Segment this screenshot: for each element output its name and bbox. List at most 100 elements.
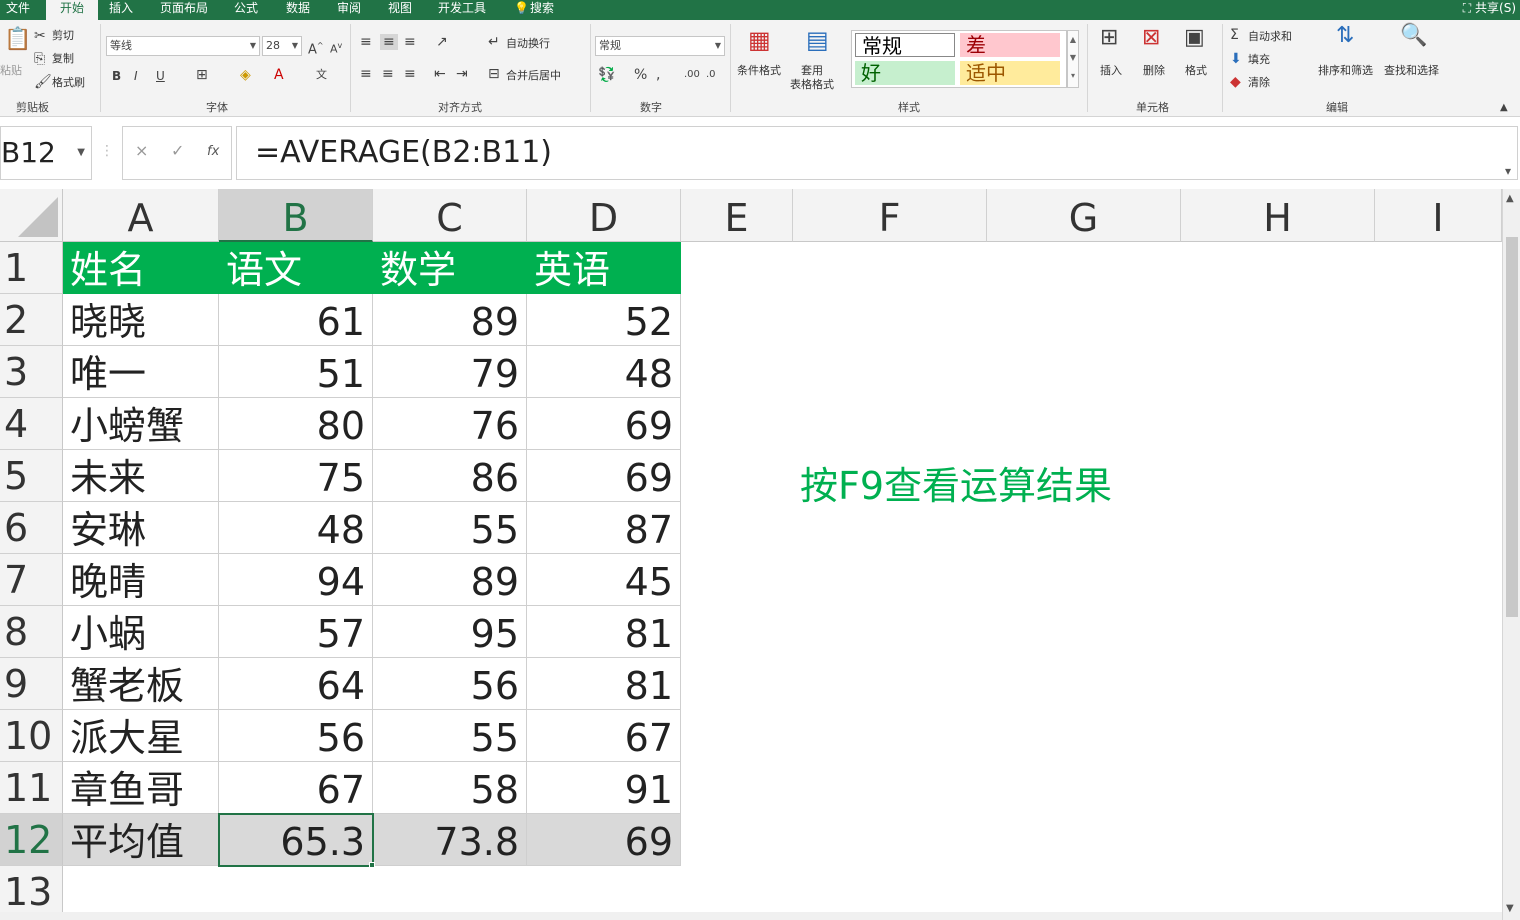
cut-button[interactable]: 剪切 [52, 29, 74, 43]
delete-cells-button[interactable]: 删除 [1143, 64, 1165, 78]
header-cell[interactable]: 姓名 [63, 242, 219, 294]
score-cell[interactable]: 91 [527, 762, 681, 814]
name-cell[interactable]: 小螃蟹 [63, 398, 219, 450]
score-cell[interactable]: 87 [527, 502, 681, 554]
name-cell[interactable]: 唯一 [63, 346, 219, 398]
row-header-9[interactable]: 9 [0, 658, 63, 710]
row-header-3[interactable]: 3 [0, 346, 63, 398]
align-bottom-icon[interactable]: ≡ [404, 34, 416, 50]
score-cell[interactable]: 58 [373, 762, 527, 814]
style-neutral[interactable]: 适中 [960, 61, 1060, 85]
row-header-13[interactable]: 13 [0, 866, 63, 918]
fill-button[interactable]: 填充 [1248, 53, 1270, 67]
currency-icon[interactable]: 💱 [598, 67, 615, 83]
table-format-button[interactable]: 套用 表格格式 [790, 64, 834, 92]
score-cell[interactable]: 57 [219, 606, 373, 658]
style-good[interactable]: 好 [855, 61, 955, 85]
font-size-select[interactable]: 28 ▼ [262, 36, 302, 56]
column-header-c[interactable]: C [373, 189, 527, 242]
score-cell[interactable]: 67 [527, 710, 681, 762]
increase-indent-icon[interactable]: ⇥ [456, 66, 468, 82]
average-cell[interactable]: 73.8 [373, 814, 527, 866]
paste-button[interactable]: 粘贴 [0, 64, 22, 78]
insert-function-icon[interactable]: fx [207, 144, 219, 159]
column-header-g[interactable]: G [987, 189, 1181, 242]
score-cell[interactable]: 51 [219, 346, 373, 398]
name-cell[interactable]: 蟹老板 [63, 658, 219, 710]
phonetic-icon[interactable]: 文 [316, 67, 327, 83]
underline-button[interactable]: U [156, 68, 165, 84]
score-cell[interactable]: 55 [373, 710, 527, 762]
row-header-4[interactable]: 4 [0, 398, 63, 450]
align-center-icon[interactable]: ≡ [382, 66, 394, 82]
fill-handle[interactable] [369, 862, 375, 868]
score-cell[interactable]: 81 [527, 606, 681, 658]
score-cell[interactable]: 75 [219, 450, 373, 502]
orientation-icon[interactable]: ↗ [436, 34, 448, 50]
enter-icon[interactable]: ✓ [171, 141, 184, 160]
align-top-icon[interactable]: ≡ [360, 34, 372, 50]
tab-insert[interactable]: 插入 [109, 0, 133, 20]
scroll-thumb[interactable] [1506, 237, 1518, 617]
row-header-10[interactable]: 10 [0, 710, 63, 762]
share-button[interactable]: ⛶ 共享(S) [1463, 0, 1516, 20]
header-cell[interactable]: 语文 [219, 242, 373, 294]
score-cell[interactable]: 48 [527, 346, 681, 398]
bold-button[interactable]: B [112, 68, 121, 84]
score-cell[interactable]: 67 [219, 762, 373, 814]
italic-button[interactable]: I [134, 68, 138, 84]
score-cell[interactable]: 89 [373, 294, 527, 346]
search-icon[interactable]: 💡 [514, 0, 529, 20]
paste-icon[interactable]: 📋 [4, 29, 31, 51]
column-header-b[interactable]: B [219, 189, 373, 242]
column-header-f[interactable]: F [793, 189, 987, 242]
header-cell[interactable]: 数学 [373, 242, 527, 294]
select-all-corner[interactable] [0, 189, 63, 242]
score-cell[interactable]: 48 [219, 502, 373, 554]
font-name-select[interactable]: 等线 ▼ [106, 36, 260, 56]
score-cell[interactable]: 89 [373, 554, 527, 606]
score-cell[interactable]: 81 [527, 658, 681, 710]
score-cell[interactable]: 64 [219, 658, 373, 710]
merge-center-button[interactable]: 合并后居中 [506, 69, 561, 83]
average-label-cell[interactable]: 平均值 [63, 814, 219, 866]
tab-developer[interactable]: 开发工具 [438, 0, 486, 20]
row-header-12[interactable]: 12 [0, 814, 63, 866]
name-cell[interactable]: 未来 [63, 450, 219, 502]
tab-view[interactable]: 视图 [388, 0, 412, 20]
score-cell[interactable]: 61 [219, 294, 373, 346]
row-header-2[interactable]: 2 [0, 294, 63, 346]
fill-color-icon[interactable]: ◈ [240, 67, 251, 83]
column-header-h[interactable]: H [1181, 189, 1375, 242]
row-header-6[interactable]: 6 [0, 502, 63, 554]
gallery-scroll[interactable]: ▲ ▼ ▾ [1067, 30, 1079, 88]
score-cell[interactable]: 79 [373, 346, 527, 398]
name-cell[interactable]: 晓晓 [63, 294, 219, 346]
score-cell[interactable]: 45 [527, 554, 681, 606]
name-cell[interactable]: 安琳 [63, 502, 219, 554]
font-color-icon[interactable]: A [274, 67, 284, 83]
average-cell[interactable]: 65.3 [219, 814, 373, 866]
decrease-font-icon[interactable]: Av [330, 38, 342, 58]
tab-data[interactable]: 数据 [286, 0, 310, 20]
score-cell[interactable]: 69 [527, 450, 681, 502]
align-right-icon[interactable]: ≡ [404, 66, 416, 82]
autosum-button[interactable]: 自动求和 [1248, 30, 1292, 44]
score-cell[interactable]: 56 [373, 658, 527, 710]
align-left-icon[interactable]: ≡ [360, 66, 372, 82]
tab-search[interactable]: 搜索 [530, 0, 554, 20]
name-cell[interactable]: 派大星 [63, 710, 219, 762]
score-cell[interactable]: 52 [527, 294, 681, 346]
name-box[interactable]: B12 ▼ [0, 126, 92, 180]
scroll-down-icon[interactable]: ▼ [1506, 903, 1514, 914]
score-cell[interactable]: 76 [373, 398, 527, 450]
header-cell[interactable]: 英语 [527, 242, 681, 294]
increase-decimal-icon[interactable]: .00 [684, 67, 700, 83]
tab-page-layout[interactable]: 页面布局 [160, 0, 208, 20]
sort-filter-button[interactable]: 排序和筛选 [1318, 64, 1373, 78]
tab-home[interactable]: 开始 [46, 0, 98, 20]
column-header-i[interactable]: I [1375, 189, 1502, 242]
insert-cells-button[interactable]: 插入 [1100, 64, 1122, 78]
row-header-8[interactable]: 8 [0, 606, 63, 658]
style-bad[interactable]: 差 [960, 33, 1060, 57]
